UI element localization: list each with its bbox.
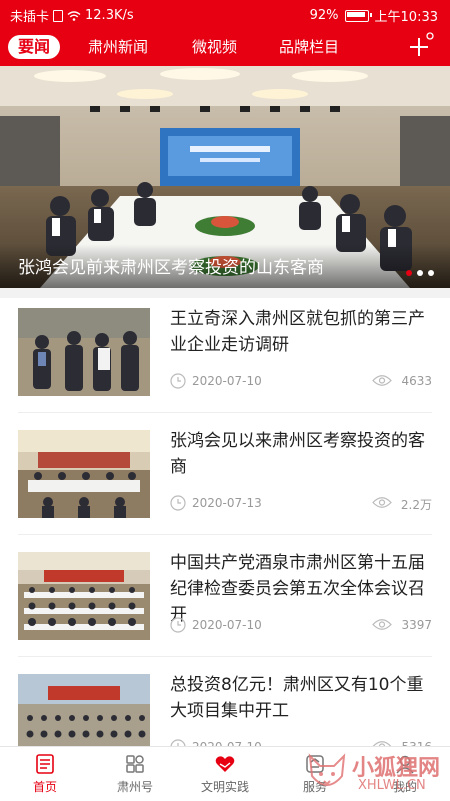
news-meta: 2020-07-13 2.2万	[170, 494, 432, 512]
news-meta: 2020-07-10 4633	[170, 372, 432, 390]
carousel-indicator	[406, 270, 434, 276]
eye-icon	[372, 375, 392, 386]
site-watermark: 小狐狸网 XHLWL.CN	[300, 748, 446, 798]
news-date: 2020-07-10	[192, 374, 262, 388]
tab-micro-video[interactable]: 微视频	[192, 35, 237, 59]
clock-icon	[170, 495, 186, 511]
news-thumbnail	[18, 308, 150, 396]
clock-time: 上午10:33	[374, 10, 438, 25]
carousel-dot[interactable]	[428, 270, 434, 276]
nav-suzhou-account[interactable]: 肃州号	[90, 751, 180, 801]
home-icon	[36, 754, 54, 774]
nav-label: 文明实践	[200, 780, 249, 794]
news-title: 王立奇深入肃州区就包抓的第三产业企业走访调研	[170, 309, 425, 355]
clock-icon	[170, 617, 186, 633]
watermark-subtext: XHLWL.CN	[358, 778, 426, 793]
news-views: 4633	[401, 374, 432, 388]
heart-hands-icon	[215, 756, 235, 772]
wifi-icon	[67, 10, 81, 21]
news-item[interactable]: 王立奇深入肃州区就包抓的第三产业企业走访调研 2020-07-10 4633	[18, 300, 432, 413]
battery-icon	[344, 9, 372, 22]
news-views: 2.2万	[400, 498, 432, 512]
tab-suzhou-news[interactable]: 肃州新闻	[88, 35, 148, 59]
nav-label: 肃州号	[116, 780, 153, 794]
eye-icon	[372, 497, 392, 508]
news-thumbnail	[18, 552, 150, 640]
carousel-dot[interactable]	[406, 270, 412, 276]
news-views: 3397	[401, 618, 432, 632]
banner-carousel[interactable]: 张鸿会见前来肃州区考察投资的山东客商	[0, 66, 450, 288]
news-date: 2020-07-13	[192, 496, 262, 510]
tab-brand-columns[interactable]: 品牌栏目	[279, 35, 339, 59]
fox-logo-icon	[308, 753, 346, 786]
banner-caption: 张鸿会见前来肃州区考察投资的山东客商	[18, 258, 324, 278]
carrier-text: 未插卡	[10, 10, 50, 25]
tab-headlines[interactable]: 要闻	[8, 35, 61, 59]
grid-icon	[126, 755, 144, 773]
channel-tabs: 要闻 肃州新闻 微视频 品牌栏目	[0, 30, 450, 64]
nav-civilization-practice[interactable]: 文明实践	[180, 751, 270, 801]
sim-icon	[53, 9, 64, 22]
news-meta: 2020-07-10 3397	[170, 616, 432, 634]
status-bar: 未插卡 12.3K/s 92% 上午10:33	[0, 0, 450, 28]
nav-label: 首页	[32, 780, 57, 794]
news-thumbnail	[18, 430, 150, 518]
nav-home[interactable]: 首页	[0, 751, 90, 801]
carousel-dot[interactable]	[417, 270, 423, 276]
banner-caption-bar: 张鸿会见前来肃州区考察投资的山东客商	[0, 244, 450, 288]
news-title: 总投资8亿元！肃州区又有10个重大项目集中开工	[170, 675, 424, 721]
battery-percent: 92%	[309, 8, 339, 23]
network-speed: 12.3K/s	[85, 8, 134, 23]
clock-icon	[170, 373, 186, 389]
eye-icon	[372, 619, 392, 630]
section-divider	[0, 288, 450, 298]
news-item[interactable]: 张鸿会见以来肃州区考察投资的客商 2020-07-13 2.2万	[18, 422, 432, 535]
news-title: 张鸿会见以来肃州区考察投资的客商	[170, 431, 425, 477]
app-header: 未插卡 12.3K/s 92% 上午10:33 要闻 肃州新闻 微视频 品牌栏目	[0, 0, 450, 66]
news-date: 2020-07-10	[192, 618, 262, 632]
news-item[interactable]: 中国共产党酒泉市肃州区第十五届纪律检查委员会第五次全体会议召开 2020-07-…	[18, 544, 432, 657]
add-channel-icon[interactable]	[406, 30, 436, 60]
